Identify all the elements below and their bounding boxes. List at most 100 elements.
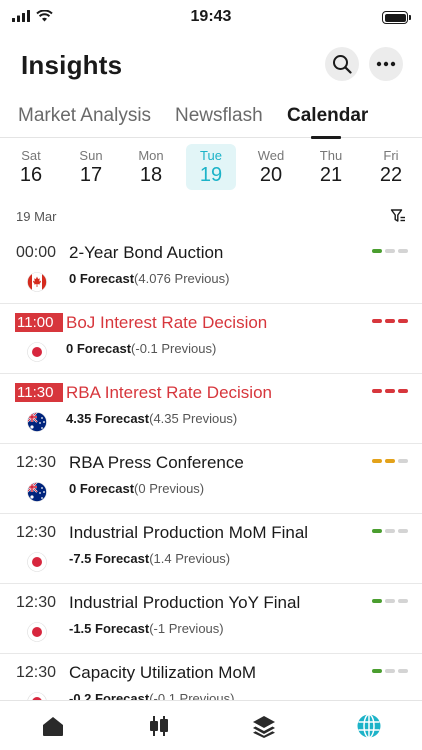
event-forecast: -1.5 Forecast — [69, 621, 150, 636]
day-wed[interactable]: Wed 20 — [246, 144, 296, 190]
list-item[interactable]: 11:30 RBA Interest Rate Decision 4.35 Fo… — [0, 374, 422, 444]
event-values: -7.5 Forecast(1.4 Previous) — [69, 551, 230, 566]
importance-indicator — [372, 459, 408, 463]
event-title: Industrial Production YoY Final — [69, 593, 301, 612]
day-name: Wed — [257, 148, 285, 163]
day-sun[interactable]: Sun 17 — [66, 144, 116, 190]
list-item[interactable]: 11:00 BoJ Interest Rate Decision 0 Forec… — [0, 304, 422, 374]
day-fri[interactable]: Fri 22 — [366, 144, 416, 190]
event-values: 0 Forecast(0 Previous) — [69, 481, 204, 496]
header: Insights — [0, 40, 422, 90]
event-forecast: 0 Forecast — [66, 341, 132, 356]
nav-home[interactable] — [40, 713, 66, 739]
battery-icon — [382, 11, 411, 24]
tab-newsflash[interactable]: Newsflash — [175, 105, 263, 127]
event-previous: (-0.1 Previous) — [149, 691, 235, 700]
day-number: 22 — [379, 164, 403, 186]
day-number: 17 — [79, 164, 103, 186]
event-previous: (1.4 Previous) — [149, 551, 231, 566]
event-previous: (-0.1 Previous) — [131, 341, 217, 356]
event-title: Capacity Utilization MoM — [69, 663, 257, 682]
event-title: BoJ Interest Rate Decision — [66, 313, 268, 332]
list-item[interactable]: 12:30 Industrial Production YoY Final -1… — [0, 584, 422, 654]
day-number: 21 — [319, 164, 343, 186]
event-time: 00:00 — [16, 244, 57, 261]
tab-market-analysis[interactable]: Market Analysis — [18, 105, 151, 127]
importance-indicator — [372, 389, 408, 393]
importance-indicator — [372, 319, 408, 323]
event-values: 0 Forecast(4.076 Previous) — [69, 271, 229, 286]
japan-flag-icon — [27, 342, 47, 362]
active-tab-indicator — [311, 136, 341, 139]
section-date: 19 Mar — [16, 209, 57, 224]
japan-flag-icon — [27, 552, 47, 572]
filter-icon[interactable] — [390, 208, 406, 224]
day-sat[interactable]: Sat 16 — [6, 144, 56, 190]
date-section-header: 19 Mar — [0, 200, 422, 232]
event-time: 12:30 — [16, 524, 57, 541]
event-title: RBA Interest Rate Decision — [66, 383, 272, 402]
event-forecast: -7.5 Forecast — [69, 551, 150, 566]
nav-portfolio[interactable] — [251, 713, 277, 739]
day-number: 16 — [19, 164, 43, 186]
event-values: -0.2 Forecast(-0.1 Previous) — [69, 691, 234, 700]
australia-flag-icon — [27, 412, 47, 432]
list-item[interactable]: 12:30 RBA Press Conference 0 Forecast(0 … — [0, 444, 422, 514]
importance-indicator — [372, 599, 408, 603]
day-number: 20 — [259, 164, 283, 186]
event-previous: (-1 Previous) — [149, 621, 224, 636]
search-icon — [333, 55, 352, 74]
home-icon — [43, 717, 63, 736]
day-name: Sat — [21, 148, 41, 163]
candlestick-chart-icon — [150, 716, 168, 736]
event-forecast: -0.2 Forecast — [69, 691, 150, 700]
importance-indicator — [372, 249, 408, 253]
event-previous: (4.35 Previous) — [149, 411, 238, 426]
list-item[interactable]: 00:00 2-Year Bond Auction 0 Forecast(4.0… — [0, 234, 422, 304]
japan-flag-icon — [27, 692, 47, 700]
event-values: -1.5 Forecast(-1 Previous) — [69, 621, 224, 636]
event-values: 0 Forecast(-0.1 Previous) — [66, 341, 216, 356]
event-list: 00:00 2-Year Bond Auction 0 Forecast(4.0… — [0, 234, 422, 700]
day-mon[interactable]: Mon 18 — [126, 144, 176, 190]
day-number: 18 — [139, 164, 163, 186]
list-item[interactable]: 12:30 Industrial Production MoM Final -7… — [0, 514, 422, 584]
status-time: 19:43 — [190, 8, 232, 25]
japan-flag-icon — [27, 622, 47, 642]
event-title: RBA Press Conference — [69, 453, 244, 472]
importance-indicator — [372, 529, 408, 533]
event-forecast: 4.35 Forecast — [66, 411, 150, 426]
day-number: 19 — [199, 164, 223, 186]
day-name: Mon — [138, 148, 164, 163]
day-name: Sun — [79, 148, 103, 163]
day-name: Fri — [383, 148, 399, 163]
event-forecast: 0 Forecast — [69, 481, 135, 496]
importance-indicator — [372, 669, 408, 673]
day-name: Thu — [319, 148, 343, 163]
tab-bar: Market Analysis Newsflash Calendar — [0, 92, 422, 139]
list-item[interactable]: 12:30 Capacity Utilization MoM -0.2 Fore… — [0, 654, 422, 700]
event-previous: (4.076 Previous) — [134, 271, 230, 286]
australia-flag-icon — [27, 482, 47, 502]
more-options-button[interactable] — [369, 47, 403, 81]
day-selector: Sat 16 Sun 17 Mon 18 Tue 19 Wed 20 Thu 2… — [0, 144, 422, 194]
event-forecast: 0 Forecast — [69, 271, 135, 286]
nav-insights[interactable] — [356, 713, 382, 739]
event-time: 12:30 — [16, 594, 57, 611]
canada-flag-icon — [27, 272, 47, 292]
tab-calendar[interactable]: Calendar — [287, 105, 368, 127]
day-thu[interactable]: Thu 21 — [306, 144, 356, 190]
event-time: 11:30 — [15, 383, 63, 402]
nav-markets[interactable] — [146, 713, 172, 739]
bottom-navigation — [0, 700, 422, 750]
event-title: Industrial Production MoM Final — [69, 523, 309, 542]
event-title: 2-Year Bond Auction — [69, 243, 224, 262]
day-name: Tue — [200, 148, 222, 163]
day-tue-selected[interactable]: Tue 19 — [186, 144, 236, 190]
event-previous: (0 Previous) — [134, 481, 205, 496]
search-button[interactable] — [325, 47, 359, 81]
event-time: 11:00 — [15, 313, 63, 332]
globe-icon — [357, 713, 381, 739]
event-time: 12:30 — [16, 454, 57, 471]
status-bar: 19:43 — [0, 0, 422, 34]
